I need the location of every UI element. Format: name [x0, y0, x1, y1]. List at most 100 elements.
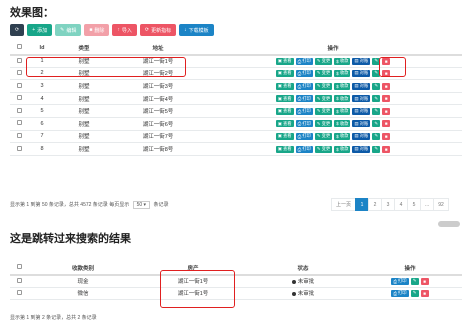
archive-button[interactable]: ▤ 对账: [352, 132, 371, 140]
print-button[interactable]: ⎙ 打印: [295, 145, 313, 153]
archive-button[interactable]: ▤ 对账: [352, 120, 371, 128]
pager-prev[interactable]: 上一页: [331, 198, 357, 211]
archive-button[interactable]: ▤ 对账: [352, 69, 371, 77]
view-button[interactable]: ▣ 查看: [275, 132, 294, 140]
scrollbar[interactable]: [438, 221, 460, 227]
archive-button[interactable]: ▤ 对账: [352, 145, 371, 153]
row-checkbox[interactable]: [16, 289, 22, 295]
row-select[interactable]: [10, 104, 28, 119]
archive-button[interactable]: ▤ 对账: [352, 95, 371, 103]
change-button[interactable]: ✎ 变更: [314, 57, 333, 65]
delete-row-icon[interactable]: ■: [382, 82, 391, 90]
table-row[interactable]: 现金 湖江一街1号 未审批 ⎙ 打印 ✎ ■: [10, 274, 462, 288]
download-template-button[interactable]: ↓ 下载模板: [179, 24, 214, 36]
row-checkbox[interactable]: [16, 95, 22, 101]
receive-button[interactable]: $ 收款: [334, 95, 351, 103]
edit-row-icon[interactable]: ✎: [410, 289, 419, 297]
print-button[interactable]: ⎙ 打印: [295, 95, 313, 103]
receive-button[interactable]: $ 收款: [334, 107, 351, 115]
row-checkbox[interactable]: [16, 82, 22, 88]
view-button[interactable]: ▣ 查看: [275, 120, 294, 128]
row-select[interactable]: [10, 79, 28, 93]
view-button[interactable]: ▣ 查看: [275, 57, 294, 65]
change-button[interactable]: ✎ 变更: [314, 145, 333, 153]
change-button[interactable]: ✎ 变更: [314, 95, 333, 103]
import-button[interactable]: ↑ 导入: [112, 24, 137, 36]
pager-page-3[interactable]: 3: [381, 198, 396, 211]
pager-page-5[interactable]: 5: [407, 198, 422, 211]
change-button[interactable]: ✎ 变更: [314, 82, 333, 90]
add-button[interactable]: + 添加: [27, 24, 53, 36]
receive-button[interactable]: $ 收款: [334, 69, 351, 77]
edit-row-icon[interactable]: ✎: [372, 95, 381, 103]
edit-row-icon[interactable]: ✎: [410, 277, 419, 285]
row-select[interactable]: [10, 92, 28, 106]
edit-row-icon[interactable]: ✎: [372, 132, 381, 140]
per-page-select[interactable]: 50 ▾: [132, 201, 151, 209]
edit-row-icon[interactable]: ✎: [372, 107, 381, 115]
delete-row-icon[interactable]: ■: [420, 289, 429, 297]
print-button[interactable]: ⎙ 打印: [295, 120, 313, 128]
edit-row-icon[interactable]: ✎: [372, 145, 381, 153]
delete-button[interactable]: ■ 删除: [84, 24, 110, 36]
view-button[interactable]: ▣ 查看: [275, 69, 294, 77]
table-row[interactable]: 5 别墅 湖江一街5号 ▣ 查看 ⎙ 打印 ✎ 变更 $ 收款 ▤ 对账 ✎ ■: [10, 104, 462, 119]
row-checkbox[interactable]: [16, 277, 22, 283]
receive-button[interactable]: $ 收款: [334, 57, 351, 65]
row-checkbox[interactable]: [16, 57, 22, 63]
view-button[interactable]: ▣ 查看: [275, 95, 294, 103]
print-button[interactable]: ⎙ 打印: [391, 277, 409, 285]
archive-button[interactable]: ▤ 对账: [352, 107, 371, 115]
view-button[interactable]: ▣ 查看: [275, 82, 294, 90]
table-row[interactable]: 4 别墅 湖江一街4号 ▣ 查看 ⎙ 打印 ✎ 变更 $ 收款 ▤ 对账 ✎ ■: [10, 92, 462, 106]
print-button[interactable]: ⎙ 打印: [295, 107, 313, 115]
table-row[interactable]: 微信 湖江一街1号 未审批 ⎙ 打印 ✎ ■: [10, 287, 462, 301]
pager-last[interactable]: 92: [433, 198, 449, 211]
row-select[interactable]: [10, 142, 28, 156]
table-row[interactable]: 6 别墅 湖江一街6号 ▣ 查看 ⎙ 打印 ✎ 变更 $ 收款 ▤ 对账 ✎ ■: [10, 117, 462, 131]
row-select[interactable]: [10, 274, 28, 288]
delete-row-icon[interactable]: ■: [382, 132, 391, 140]
print-button[interactable]: ⎙ 打印: [295, 82, 313, 90]
delete-row-icon[interactable]: ■: [382, 95, 391, 103]
receive-button[interactable]: $ 收款: [334, 132, 351, 140]
print-button[interactable]: ⎙ 打印: [295, 57, 313, 65]
delete-row-icon[interactable]: ■: [382, 107, 391, 115]
table-row[interactable]: 7 别墅 湖江一街7号 ▣ 查看 ⎙ 打印 ✎ 变更 $ 收款 ▤ 对账 ✎ ■: [10, 130, 462, 144]
select-all-checkbox-2[interactable]: [16, 264, 22, 270]
row-checkbox[interactable]: [16, 107, 22, 113]
row-select[interactable]: [10, 130, 28, 144]
print-button[interactable]: ⎙ 打印: [391, 289, 409, 297]
edit-button[interactable]: ✎ 编辑: [55, 24, 82, 36]
archive-button[interactable]: ▤ 对账: [352, 82, 371, 90]
delete-row-icon[interactable]: ■: [382, 145, 391, 153]
select-all-checkbox[interactable]: [16, 44, 22, 50]
change-button[interactable]: ✎ 变更: [314, 69, 333, 77]
row-checkbox[interactable]: [16, 120, 22, 126]
change-button[interactable]: ✎ 变更: [314, 107, 333, 115]
change-button[interactable]: ✎ 变更: [314, 120, 333, 128]
table-row[interactable]: 8 别墅 湖江一街8号 ▣ 查看 ⎙ 打印 ✎ 变更 $ 收款 ▤ 对账 ✎ ■: [10, 142, 462, 156]
pager-page-1[interactable]: 1: [355, 198, 370, 211]
receive-button[interactable]: $ 收款: [334, 82, 351, 90]
row-select[interactable]: [10, 287, 28, 301]
change-button[interactable]: ✎ 变更: [314, 132, 333, 140]
table-row[interactable]: 3 别墅 湖江一街3号 ▣ 查看 ⎙ 打印 ✎ 变更 $ 收款 ▤ 对账 ✎ ■: [10, 79, 462, 93]
view-button[interactable]: ▣ 查看: [275, 107, 294, 115]
pager-page-2[interactable]: 2: [368, 198, 383, 211]
refresh-button[interactable]: ⟳: [10, 24, 25, 36]
edit-row-icon[interactable]: ✎: [372, 120, 381, 128]
edit-row-icon[interactable]: ✎: [372, 82, 381, 90]
archive-button[interactable]: ▤ 对账: [352, 57, 371, 65]
row-checkbox[interactable]: [16, 145, 22, 151]
pager-page-4[interactable]: 4: [394, 198, 409, 211]
delete-row-icon[interactable]: ■: [382, 120, 391, 128]
delete-row-icon[interactable]: ■: [420, 277, 429, 285]
print-button[interactable]: ⎙ 打印: [295, 69, 313, 77]
row-checkbox[interactable]: [16, 69, 22, 75]
update-status-button[interactable]: ⟳ 更新指标: [139, 24, 177, 36]
row-checkbox[interactable]: [16, 132, 22, 138]
select-all-header-2[interactable]: [10, 262, 28, 276]
receive-button[interactable]: $ 收款: [334, 145, 351, 153]
print-button[interactable]: ⎙ 打印: [295, 132, 313, 140]
